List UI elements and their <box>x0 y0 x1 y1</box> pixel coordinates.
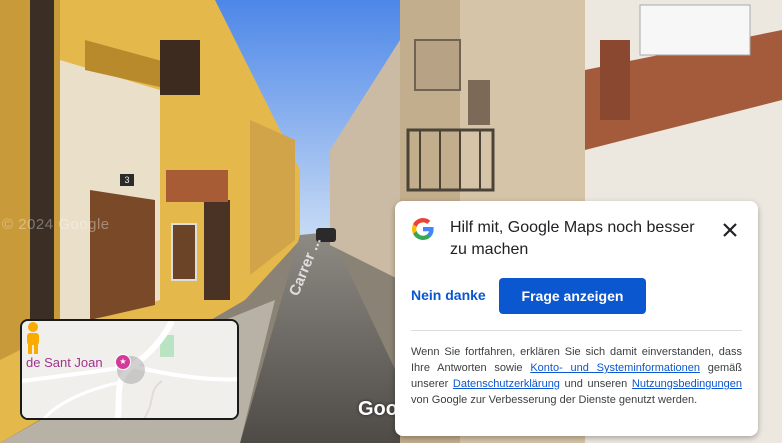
close-icon <box>723 223 737 237</box>
minimap-graphic <box>22 321 237 418</box>
show-question-button[interactable]: Frage anzeigen <box>499 278 646 314</box>
feedback-dialog: Hilf mit, Google Maps noch besser zu mac… <box>395 201 758 436</box>
minimap[interactable]: de Sant Joan ★ <box>20 319 239 420</box>
copyright-watermark: © 2024 Google <box>2 216 110 233</box>
minimap-place-label: de Sant Joan <box>26 355 103 370</box>
dialog-title: Hilf mit, Google Maps noch besser zu mac… <box>450 219 695 258</box>
disclaimer-part: von Google zur Verbesserung der Dienste … <box>411 394 698 406</box>
disclaimer-text: Wenn Sie fortfahren, erklären Sie sich d… <box>411 344 742 408</box>
terms-of-service-link[interactable]: Nutzungsbedingungen <box>632 378 742 390</box>
google-g-icon <box>412 218 434 240</box>
house-number-plate: 3 <box>120 174 134 186</box>
divider <box>411 330 742 331</box>
disclaimer-part: und unseren <box>559 378 632 390</box>
close-button[interactable] <box>717 217 743 243</box>
pegman-icon[interactable] <box>22 321 44 355</box>
decline-button[interactable]: Nein danke <box>411 287 486 303</box>
account-system-info-link[interactable]: Konto- und Systeminformationen <box>530 362 700 374</box>
privacy-policy-link[interactable]: Datenschutzerklärung <box>453 378 560 390</box>
tourist-attraction-icon[interactable]: ★ <box>115 354 131 370</box>
